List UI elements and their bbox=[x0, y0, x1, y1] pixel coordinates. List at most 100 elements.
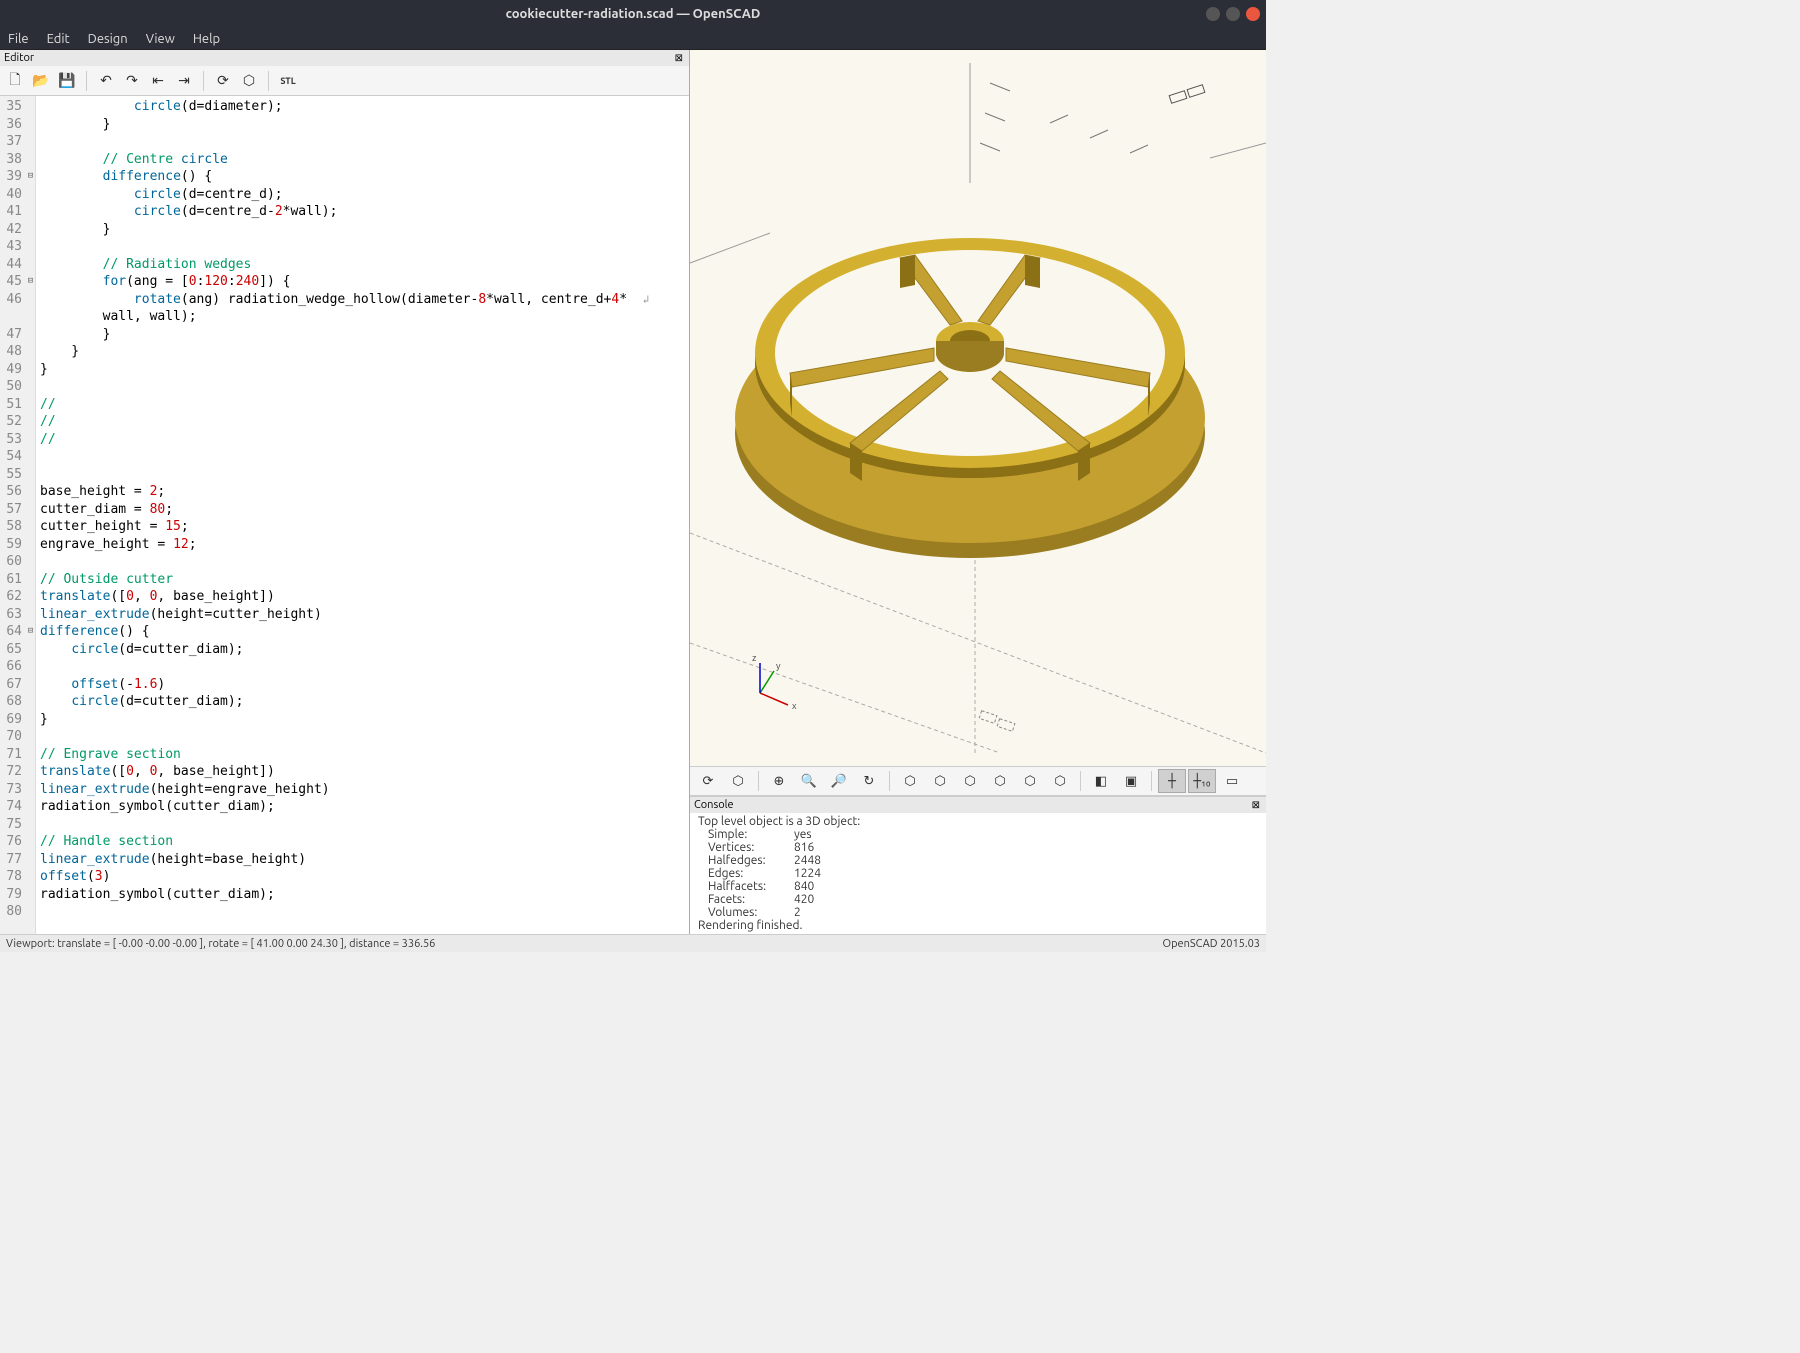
show-axes-icon[interactable]: ┼ bbox=[1158, 769, 1186, 793]
code-line[interactable] bbox=[40, 448, 689, 466]
fold-marker[interactable] bbox=[26, 816, 35, 834]
fold-marker[interactable] bbox=[26, 536, 35, 554]
fold-marker[interactable] bbox=[26, 116, 35, 134]
view-all-icon[interactable]: ⊕ bbox=[765, 769, 793, 793]
fold-marker[interactable] bbox=[26, 151, 35, 169]
code-line[interactable]: // bbox=[40, 413, 689, 431]
fold-marker[interactable] bbox=[26, 886, 35, 904]
code-line[interactable]: linear_extrude(height=engrave_height) bbox=[40, 781, 689, 799]
code-line[interactable] bbox=[40, 133, 689, 151]
code-line[interactable]: difference() { bbox=[40, 623, 689, 641]
fold-marker[interactable] bbox=[26, 903, 35, 921]
render-btn-icon[interactable]: ⬡ bbox=[724, 769, 752, 793]
fold-marker[interactable] bbox=[26, 833, 35, 851]
code-line[interactable]: wall, wall); bbox=[40, 308, 689, 326]
code-line[interactable]: circle(d=centre_d); bbox=[40, 186, 689, 204]
close-button[interactable] bbox=[1246, 7, 1260, 21]
editor-close-icon[interactable]: ⊠ bbox=[673, 52, 685, 64]
unindent-icon[interactable]: ⇤ bbox=[147, 70, 169, 92]
menu-view[interactable]: View bbox=[146, 32, 175, 46]
indent-icon[interactable]: ⇥ bbox=[173, 70, 195, 92]
fold-marker[interactable] bbox=[26, 501, 35, 519]
code-line[interactable] bbox=[40, 903, 689, 921]
fold-marker[interactable] bbox=[26, 431, 35, 449]
fold-marker[interactable]: ⊟ bbox=[26, 273, 35, 291]
code-line[interactable]: // bbox=[40, 396, 689, 414]
code-line[interactable]: // Outside cutter bbox=[40, 571, 689, 589]
fold-marker[interactable] bbox=[26, 308, 35, 326]
maximize-button[interactable] bbox=[1226, 7, 1240, 21]
zoom-out-icon[interactable]: 🔎 bbox=[825, 769, 853, 793]
fold-marker[interactable] bbox=[26, 326, 35, 344]
code-line[interactable]: radiation_symbol(cutter_diam); bbox=[40, 886, 689, 904]
fold-marker[interactable] bbox=[26, 728, 35, 746]
fold-marker[interactable] bbox=[26, 238, 35, 256]
menu-help[interactable]: Help bbox=[193, 32, 220, 46]
code-line[interactable] bbox=[40, 238, 689, 256]
code-line[interactable]: radiation_symbol(cutter_diam); bbox=[40, 798, 689, 816]
menu-edit[interactable]: Edit bbox=[47, 32, 70, 46]
code-line[interactable]: circle(d=cutter_diam); bbox=[40, 693, 689, 711]
code-line[interactable]: // Handle section bbox=[40, 833, 689, 851]
code-line[interactable]: linear_extrude(height=base_height) bbox=[40, 851, 689, 869]
code-line[interactable] bbox=[40, 816, 689, 834]
fold-marker[interactable] bbox=[26, 413, 35, 431]
orthogonal-icon[interactable]: ▣ bbox=[1117, 769, 1145, 793]
fold-marker[interactable] bbox=[26, 851, 35, 869]
code-line[interactable]: cutter_diam = 80; bbox=[40, 501, 689, 519]
fold-marker[interactable] bbox=[26, 378, 35, 396]
code-line[interactable]: base_height = 2; bbox=[40, 483, 689, 501]
save-file-icon[interactable]: 💾 bbox=[56, 70, 78, 92]
fold-marker[interactable] bbox=[26, 571, 35, 589]
fold-marker[interactable] bbox=[26, 448, 35, 466]
view-top-icon[interactable]: ⬡ bbox=[926, 769, 954, 793]
fold-marker[interactable] bbox=[26, 746, 35, 764]
code-line[interactable]: for(ang = [0:120:240]) { bbox=[40, 273, 689, 291]
fold-marker[interactable] bbox=[26, 798, 35, 816]
fold-marker[interactable] bbox=[26, 98, 35, 116]
code-line[interactable]: // Engrave section bbox=[40, 746, 689, 764]
fold-marker[interactable] bbox=[26, 868, 35, 886]
code-editor[interactable]: 3536373839404142434445464748495051525354… bbox=[0, 96, 689, 934]
fold-marker[interactable] bbox=[26, 203, 35, 221]
code-line[interactable] bbox=[40, 466, 689, 484]
show-edges-icon[interactable]: ▭ bbox=[1218, 769, 1246, 793]
fold-marker[interactable] bbox=[26, 466, 35, 484]
undo-icon[interactable]: ↶ bbox=[95, 70, 117, 92]
code-line[interactable]: } bbox=[40, 361, 689, 379]
code-line[interactable]: // bbox=[40, 431, 689, 449]
fold-marker[interactable] bbox=[26, 553, 35, 571]
code-line[interactable]: offset(3) bbox=[40, 868, 689, 886]
code-line[interactable] bbox=[40, 553, 689, 571]
view-right-icon[interactable]: ⬡ bbox=[896, 769, 924, 793]
fold-marker[interactable] bbox=[26, 676, 35, 694]
menu-file[interactable]: File bbox=[8, 32, 29, 46]
fold-marker[interactable] bbox=[26, 396, 35, 414]
code-line[interactable]: circle(d=centre_d-2*wall); bbox=[40, 203, 689, 221]
menu-design[interactable]: Design bbox=[88, 32, 128, 46]
code-line[interactable]: } bbox=[40, 221, 689, 239]
view-bottom-icon[interactable]: ⬡ bbox=[956, 769, 984, 793]
fold-marker[interactable] bbox=[26, 711, 35, 729]
fold-marker[interactable] bbox=[26, 606, 35, 624]
console-close-icon[interactable]: ⊠ bbox=[1250, 799, 1262, 811]
code-line[interactable]: engrave_height = 12; bbox=[40, 536, 689, 554]
preview-icon[interactable]: ⟳ bbox=[212, 70, 234, 92]
fold-marker[interactable] bbox=[26, 763, 35, 781]
fold-marker[interactable] bbox=[26, 641, 35, 659]
fold-marker[interactable]: ⊟ bbox=[26, 623, 35, 641]
code-line[interactable] bbox=[40, 378, 689, 396]
zoom-in-icon[interactable]: 🔍 bbox=[795, 769, 823, 793]
code-line[interactable]: linear_extrude(height=cutter_height) bbox=[40, 606, 689, 624]
code-line[interactable]: } bbox=[40, 116, 689, 134]
fold-marker[interactable] bbox=[26, 781, 35, 799]
fold-marker[interactable] bbox=[26, 658, 35, 676]
console-output[interactable]: Top level object is a 3D object:Simple:y… bbox=[690, 813, 1266, 934]
viewport-3d[interactable]: x y z bbox=[690, 50, 1266, 766]
code-line[interactable]: } bbox=[40, 711, 689, 729]
fold-marker[interactable] bbox=[26, 186, 35, 204]
fold-marker[interactable] bbox=[26, 256, 35, 274]
fold-marker[interactable] bbox=[26, 361, 35, 379]
code-line[interactable] bbox=[40, 728, 689, 746]
fold-marker[interactable] bbox=[26, 483, 35, 501]
